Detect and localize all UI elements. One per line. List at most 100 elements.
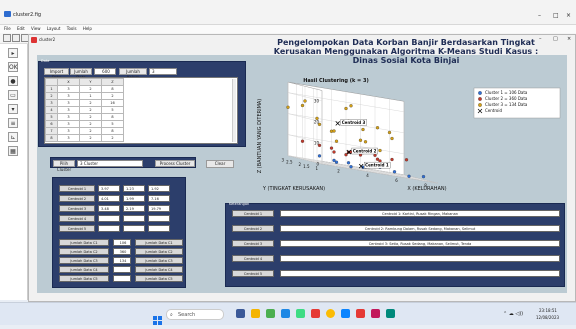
pdf-reader-icon[interactable] (356, 309, 365, 318)
fig-maximize-button[interactable]: □ (553, 36, 558, 42)
figure-title: cluster2 (39, 37, 56, 42)
cell-y: 2 (79, 120, 102, 128)
centroid-value-z[interactable]: 19.79 (148, 205, 170, 212)
close-button[interactable]: × (566, 12, 571, 19)
open-icon[interactable] (12, 34, 20, 42)
taskbar-app-icon[interactable] (266, 309, 275, 318)
y-tick-label: 1.5 (303, 164, 310, 169)
fig-close-button[interactable]: × (567, 36, 571, 42)
listbox-tool-icon[interactable]: ≡ (8, 118, 18, 128)
centroid-value-y[interactable]: 2.19 (123, 205, 145, 212)
figure-icon (31, 37, 37, 43)
keterangan-row-text (280, 255, 560, 262)
cluster-select[interactable]: 3 Cluster (77, 160, 143, 167)
new-icon[interactable] (3, 34, 11, 42)
x-tick-label: 4 (366, 173, 369, 178)
menu-file[interactable]: File (4, 26, 11, 31)
maximize-button[interactable]: □ (553, 12, 559, 19)
taskbar-app-icon[interactable] (371, 309, 380, 318)
cluster-2-point (300, 139, 305, 143)
popup-tool-icon[interactable]: ▾ (8, 104, 18, 114)
data-table[interactable]: X Y Z 1328 2312 3 3 2 16 4325 5328 6325 732… (44, 77, 238, 144)
centroid-tag: Centroid 1 (365, 163, 389, 168)
whatsapp-icon[interactable] (296, 309, 305, 318)
minimize-button[interactable]: – (538, 12, 541, 19)
centroid-value-x[interactable]: 4.01 (98, 195, 120, 202)
menu-tools[interactable]: Tools (67, 26, 77, 31)
centroid-value-x[interactable] (98, 215, 120, 222)
taskbar-search[interactable]: ⌕ Search (166, 309, 224, 320)
select-tool-icon[interactable]: ▸ (8, 48, 18, 58)
taskbar-app-icon[interactable] (311, 309, 320, 318)
menu-layout[interactable]: Layout (47, 26, 61, 31)
centroid-value-y[interactable]: 1.99 (123, 195, 145, 202)
centroid-value-z[interactable] (148, 215, 170, 222)
jumlah-kolom-field[interactable]: 3 (149, 68, 177, 75)
jumlah-data-value[interactable] (113, 275, 131, 282)
cell-y: 1 (79, 92, 102, 100)
keterangan-row-text: Centroid 2: Rambung Dalam, Rusak Sedang,… (280, 225, 560, 232)
clear-button[interactable]: Clear (206, 160, 234, 168)
jumlah-data-label: Jumlah Data C2 (59, 248, 109, 255)
file-explorer-icon[interactable] (251, 309, 260, 318)
cluster-3-point (390, 136, 394, 141)
cluster-1-point (421, 174, 426, 179)
cluster-3-point (344, 106, 348, 111)
jumlah-data-label-right: Jumlah Data C2 (135, 248, 183, 255)
cell-y: 2 (79, 85, 102, 93)
keterangan-label: Keterangan (229, 202, 250, 206)
edit-tool-icon[interactable]: ▭ (8, 90, 18, 100)
cluster-2-point (390, 157, 394, 162)
cluster-3-point (334, 139, 339, 143)
centroid-value-y[interactable] (123, 215, 145, 222)
jumlah-data-label: Jumlah Data C4 (59, 266, 109, 273)
taskbar-app-icon[interactable] (281, 309, 290, 318)
menu-view[interactable]: View (31, 26, 41, 31)
jumlah-data-value[interactable]: 134 (113, 257, 131, 264)
row-index: 3 (45, 99, 58, 107)
jumlah-data-label-right: Jumlah Data C4 (135, 266, 183, 273)
jumlah-data-value[interactable]: 106 (113, 239, 131, 246)
menu-bar: File Edit View Layout Tools Help (0, 25, 576, 33)
cluster-3-point (317, 122, 322, 127)
cluster-1-point (392, 170, 397, 174)
cell-z: 5 (101, 106, 124, 114)
menu-help[interactable]: Help (83, 26, 92, 31)
cluster-3-point (329, 129, 334, 133)
chrome-icon[interactable] (326, 309, 335, 318)
centroid-value-x[interactable]: 3.97 (98, 185, 120, 192)
keterangan-row-label: Centroid 3 (232, 240, 274, 247)
centroid-value-y[interactable]: 1.23 (123, 185, 145, 192)
windows-start-icon[interactable] (153, 310, 162, 325)
system-tray-icons[interactable]: ⌃ ☁ ◁)) (503, 311, 523, 317)
pushbutton-tool-icon[interactable]: OK (8, 62, 18, 72)
jumlah-data-label-right: Jumlah Data C1 (135, 239, 183, 246)
clock-time: 23:18:51 (539, 308, 557, 313)
centroid-value-x[interactable] (98, 225, 120, 232)
chart-xlabel: X (KELURAHAN) (407, 186, 446, 192)
centroid-value-y[interactable] (123, 225, 145, 232)
data-panel-label: Data (41, 59, 50, 63)
radio-tool-icon[interactable]: ● (8, 76, 18, 86)
jumlah-data-value[interactable] (113, 266, 131, 273)
process-cluster-button[interactable]: Process Cluster (155, 160, 195, 167)
cluster-2-point (317, 143, 322, 148)
cluster-2-point (332, 150, 336, 154)
keterangan-row-label: Centroid 2 (232, 225, 274, 232)
axes-tool-icon[interactable]: ⊾ (8, 132, 18, 142)
centroid-value-z[interactable]: 7.16 (148, 195, 170, 202)
menu-edit[interactable]: Edit (17, 26, 25, 31)
jumlah-data-value[interactable]: 360 (113, 248, 131, 255)
centroid-panel: Centroid 1 3.97 1.23 1.92 Centroid 2 4.01… (52, 177, 186, 288)
table-tool-icon[interactable]: ▦ (8, 146, 18, 156)
centroid-value-z[interactable]: 1.92 (148, 185, 170, 192)
jumlah-data-label: Jumlah Data C1 (59, 239, 109, 246)
matlab-taskbar-icon[interactable] (386, 309, 395, 318)
centroid-value-z[interactable] (148, 225, 170, 232)
taskbar-app-icon[interactable] (236, 309, 245, 318)
jumlah-data-field[interactable]: 600 (94, 68, 116, 75)
centroid-value-x[interactable]: 3.48 (98, 205, 120, 212)
import-data-button[interactable]: Import Data (44, 68, 69, 80)
guide-title-bar: cluster2.fig – □ × (0, 0, 576, 25)
edge-icon[interactable] (341, 309, 350, 318)
